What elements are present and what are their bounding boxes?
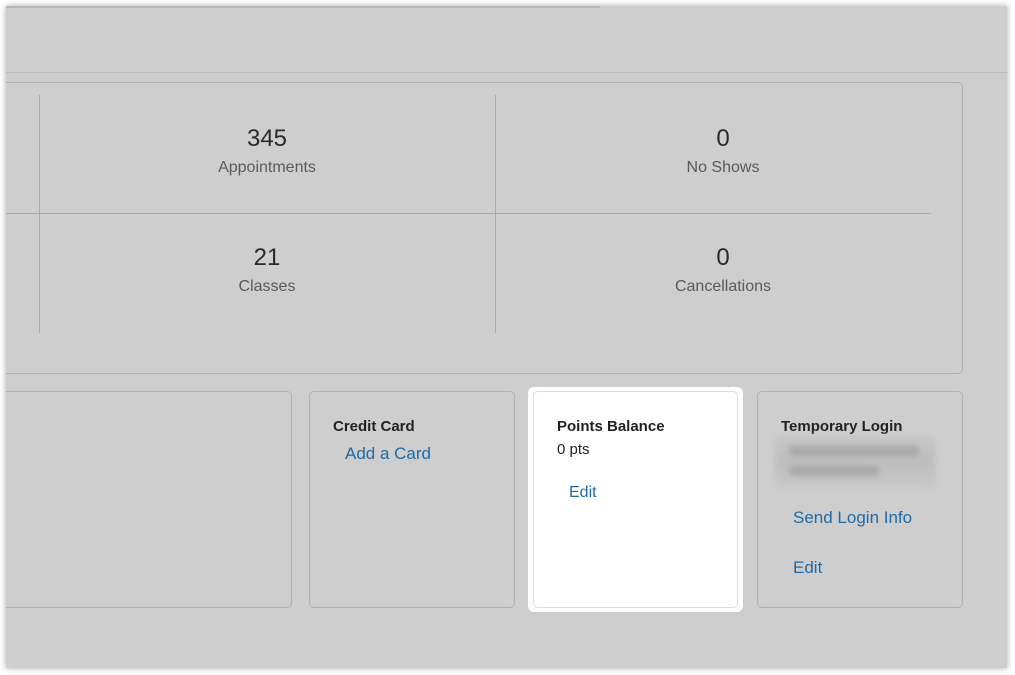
- points-balance-value: 0 pts: [557, 441, 590, 458]
- visit-stats-panel: 345 Appointments 0 No Shows 21 Classes 0…: [6, 82, 963, 374]
- redacted-login-details: [775, 436, 935, 488]
- credit-card-title: Credit Card: [333, 418, 415, 435]
- stat-cancellations: 0 Cancellations: [573, 244, 873, 297]
- temporary-login-title: Temporary Login: [781, 418, 903, 435]
- stats-divider-middle: [495, 95, 496, 333]
- stat-no-shows: 0 No Shows: [573, 125, 873, 178]
- top-bar-edge: [6, 6, 600, 8]
- left-card: [6, 391, 292, 608]
- temporary-login-card: Temporary Login Send Login Info Edit: [757, 391, 963, 608]
- points-edit-link[interactable]: Edit: [569, 484, 597, 502]
- credit-card-card: Credit Card Add a Card: [309, 391, 515, 608]
- appointments-count: 345: [246, 125, 288, 152]
- redacted-line: [789, 466, 879, 476]
- stat-appointments: 345 Appointments: [117, 125, 417, 178]
- send-login-info-link[interactable]: Send Login Info: [793, 508, 912, 528]
- temporary-login-edit-link[interactable]: Edit: [793, 558, 822, 578]
- add-card-link[interactable]: Add a Card: [345, 444, 431, 464]
- stat-classes: 21 Classes: [117, 244, 417, 297]
- client-profile-frame: 345 Appointments 0 No Shows 21 Classes 0…: [6, 6, 1007, 668]
- no-shows-label: No Shows: [686, 159, 760, 176]
- stats-divider-left: [39, 95, 40, 333]
- redacted-line: [789, 446, 919, 456]
- cancellations-label: Cancellations: [674, 278, 772, 295]
- stats-divider-horizontal: [6, 213, 931, 214]
- top-bar-divider: [6, 72, 1007, 73]
- classes-count: 21: [253, 244, 281, 271]
- no-shows-count: 0: [716, 125, 730, 152]
- points-balance-card: Points Balance 0 pts Edit: [528, 387, 743, 612]
- cancellations-count: 0: [716, 244, 730, 271]
- points-balance-card-inner: Points Balance 0 pts Edit: [533, 391, 738, 608]
- points-balance-title: Points Balance: [557, 418, 665, 435]
- classes-label: Classes: [238, 278, 296, 295]
- appointments-label: Appointments: [218, 159, 316, 176]
